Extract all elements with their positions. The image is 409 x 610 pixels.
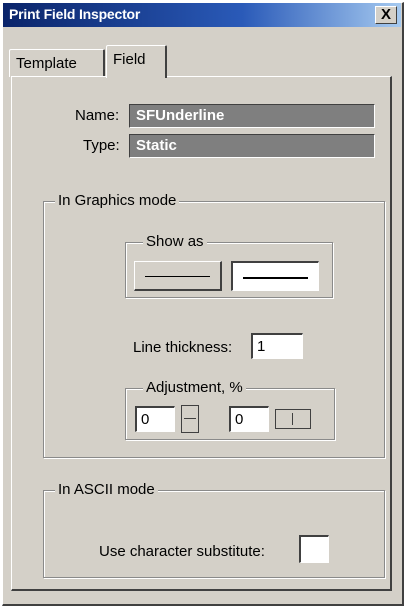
vertical-adjust-spinner[interactable] bbox=[181, 405, 199, 433]
spinner-divider bbox=[292, 413, 293, 425]
thin-line-icon bbox=[145, 276, 210, 277]
graphics-mode-legend: In Graphics mode bbox=[55, 192, 180, 209]
close-button[interactable]: X bbox=[375, 6, 397, 24]
spinner-divider bbox=[184, 418, 196, 419]
name-label: Name: bbox=[75, 107, 120, 124]
tab-field-label: Field bbox=[113, 51, 146, 68]
inspector-window: Print Field Inspector X Template Field N… bbox=[2, 2, 404, 606]
ascii-mode-legend: In ASCII mode bbox=[55, 481, 158, 498]
line-thickness-label: Line thickness: bbox=[133, 339, 233, 356]
type-label: Type: bbox=[83, 137, 120, 154]
tab-template-label: Template bbox=[16, 55, 77, 72]
adjustment-legend: Adjustment, % bbox=[143, 379, 246, 396]
char-substitute-label: Use character substitute: bbox=[99, 543, 265, 560]
thin-line-button[interactable] bbox=[134, 261, 222, 291]
char-substitute-input[interactable] bbox=[299, 535, 329, 563]
window-title: Print Field Inspector bbox=[9, 6, 141, 22]
line-thickness-input[interactable]: 1 bbox=[251, 333, 303, 359]
horizontal-adjust-input[interactable]: 0 bbox=[229, 406, 269, 432]
tab-field[interactable]: Field bbox=[106, 45, 167, 78]
thick-line-icon bbox=[243, 277, 308, 279]
close-icon: X bbox=[380, 6, 391, 23]
thick-line-button[interactable] bbox=[231, 261, 319, 291]
title-bar[interactable]: Print Field Inspector X bbox=[3, 3, 401, 27]
name-field: SFUnderline bbox=[129, 104, 375, 128]
type-field: Static bbox=[129, 134, 375, 158]
vertical-adjust-input[interactable]: 0 bbox=[135, 406, 175, 432]
show-as-legend: Show as bbox=[143, 233, 207, 250]
tab-template[interactable]: Template bbox=[9, 49, 105, 77]
ascii-mode-group bbox=[43, 490, 385, 578]
horizontal-adjust-spinner[interactable] bbox=[275, 409, 311, 429]
